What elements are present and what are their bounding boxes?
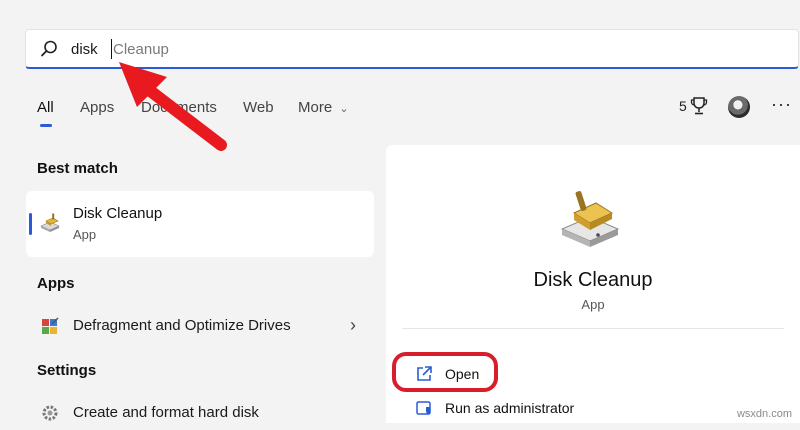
chevron-right-icon[interactable]: › <box>350 315 356 336</box>
best-match-subtitle: App <box>73 227 97 242</box>
defragment-icon <box>42 317 59 334</box>
admin-shield-icon <box>416 401 431 415</box>
chevron-down-icon: ⌄ <box>339 103 349 115</box>
list-item-label: Create and format hard disk <box>73 404 259 421</box>
search-input-text[interactable]: disk <box>71 41 98 58</box>
avatar[interactable] <box>728 96 750 118</box>
best-match-result[interactable]: Disk Cleanup App <box>26 191 374 257</box>
divider <box>402 328 784 329</box>
selection-indicator <box>29 213 32 235</box>
list-item[interactable]: Defragment and Optimize Drives › <box>26 309 374 343</box>
open-highlight-ring <box>392 352 498 392</box>
disk-cleanup-icon <box>40 213 60 232</box>
active-tab-indicator <box>40 124 52 127</box>
run-as-administrator-button[interactable]: Run as administrator <box>406 395 596 423</box>
settings-heading: Settings <box>37 362 97 379</box>
tab-more-label: More <box>298 99 333 116</box>
rewards-count: 5 <box>679 98 687 114</box>
detail-subtitle: App <box>581 297 605 312</box>
best-match-title: Disk Cleanup <box>73 205 163 222</box>
best-match-heading: Best match <box>37 160 118 177</box>
settings-gear-icon <box>42 405 58 421</box>
more-options-icon[interactable]: ··· <box>771 94 792 115</box>
tab-all[interactable]: All <box>37 99 54 116</box>
list-item-label: Defragment and Optimize Drives <box>73 317 291 334</box>
tab-more[interactable]: More ⌄ <box>298 99 349 116</box>
trophy-icon[interactable] <box>690 96 708 116</box>
disk-cleanup-icon <box>560 191 620 247</box>
list-item[interactable]: Create and format hard disk <box>26 396 374 430</box>
search-icon <box>41 40 57 57</box>
detail-title: Disk Cleanup <box>533 269 653 291</box>
apps-heading: Apps <box>37 275 75 292</box>
tab-web[interactable]: Web <box>243 99 274 116</box>
run-as-administrator-label: Run as administrator <box>445 400 575 416</box>
red-arrow-annotation <box>119 62 227 151</box>
watermark: wsxdn.com <box>736 408 792 420</box>
